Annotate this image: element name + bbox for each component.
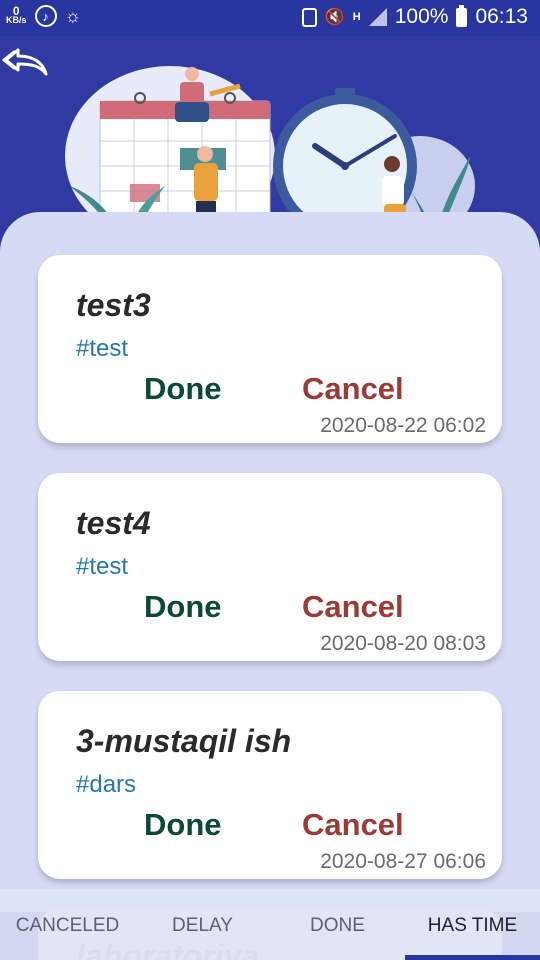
back-button[interactable] <box>2 44 50 80</box>
done-button[interactable]: Done <box>144 807 222 843</box>
tab-done[interactable]: DONE <box>270 889 405 960</box>
tab-delay[interactable]: DELAY <box>135 889 270 960</box>
recycle-icon <box>301 7 317 27</box>
task-title: test4 <box>76 505 151 541</box>
task-date: 2020-08-22 06:02 <box>320 414 486 437</box>
clock-time: 06:13 <box>475 5 528 28</box>
task-card[interactable]: test4 #test Done Cancel 2020-08-20 08:03 <box>38 473 502 661</box>
done-button[interactable]: Done <box>144 589 222 625</box>
network-speed: 0 KB/s <box>6 5 27 25</box>
status-right: 🔇 H 100% 06:13 <box>301 4 528 29</box>
task-tag: #test <box>76 553 129 580</box>
task-tag: #test <box>76 335 129 362</box>
cancel-button[interactable]: Cancel <box>302 807 404 843</box>
cancel-button[interactable]: Cancel <box>302 589 404 625</box>
task-tag: #dars <box>76 771 137 798</box>
done-button[interactable]: Done <box>144 371 222 407</box>
network-speed-unit: KB/s <box>6 15 27 25</box>
mute-icon: 🔇 <box>324 9 345 26</box>
cancel-button[interactable]: Cancel <box>302 371 404 407</box>
weather-icon: ☼ <box>64 5 82 26</box>
signal-icon <box>368 8 387 26</box>
battery-percent: 100% <box>394 5 449 28</box>
task-title: 3-mustaqil ish <box>76 723 292 759</box>
status-left: 0 KB/s ♪ ☼ <box>6 5 81 27</box>
battery-icon <box>456 4 468 27</box>
task-card[interactable]: test3 #test Done Cancel 2020-08-22 06:02 <box>38 255 502 443</box>
bottom-tab-bar: CANCELED DELAY DONE HAS TIME <box>0 889 540 960</box>
task-date: 2020-08-20 08:03 <box>320 632 486 655</box>
task-title: test3 <box>76 287 151 323</box>
task-card[interactable]: 3-mustaqil ish #dars Done Cancel 2020-08… <box>38 691 502 879</box>
network-type-icon: H <box>352 11 361 23</box>
status-bar: 0 KB/s ♪ ☼ 🔇 H 100% 06:13 <box>0 0 540 36</box>
tab-has-time[interactable]: HAS TIME <box>405 889 540 960</box>
music-note-icon: ♪ <box>34 5 57 27</box>
tab-canceled[interactable]: CANCELED <box>0 889 135 960</box>
double-back-arrow-icon <box>2 48 48 76</box>
task-date: 2020-08-27 06:06 <box>320 850 486 873</box>
